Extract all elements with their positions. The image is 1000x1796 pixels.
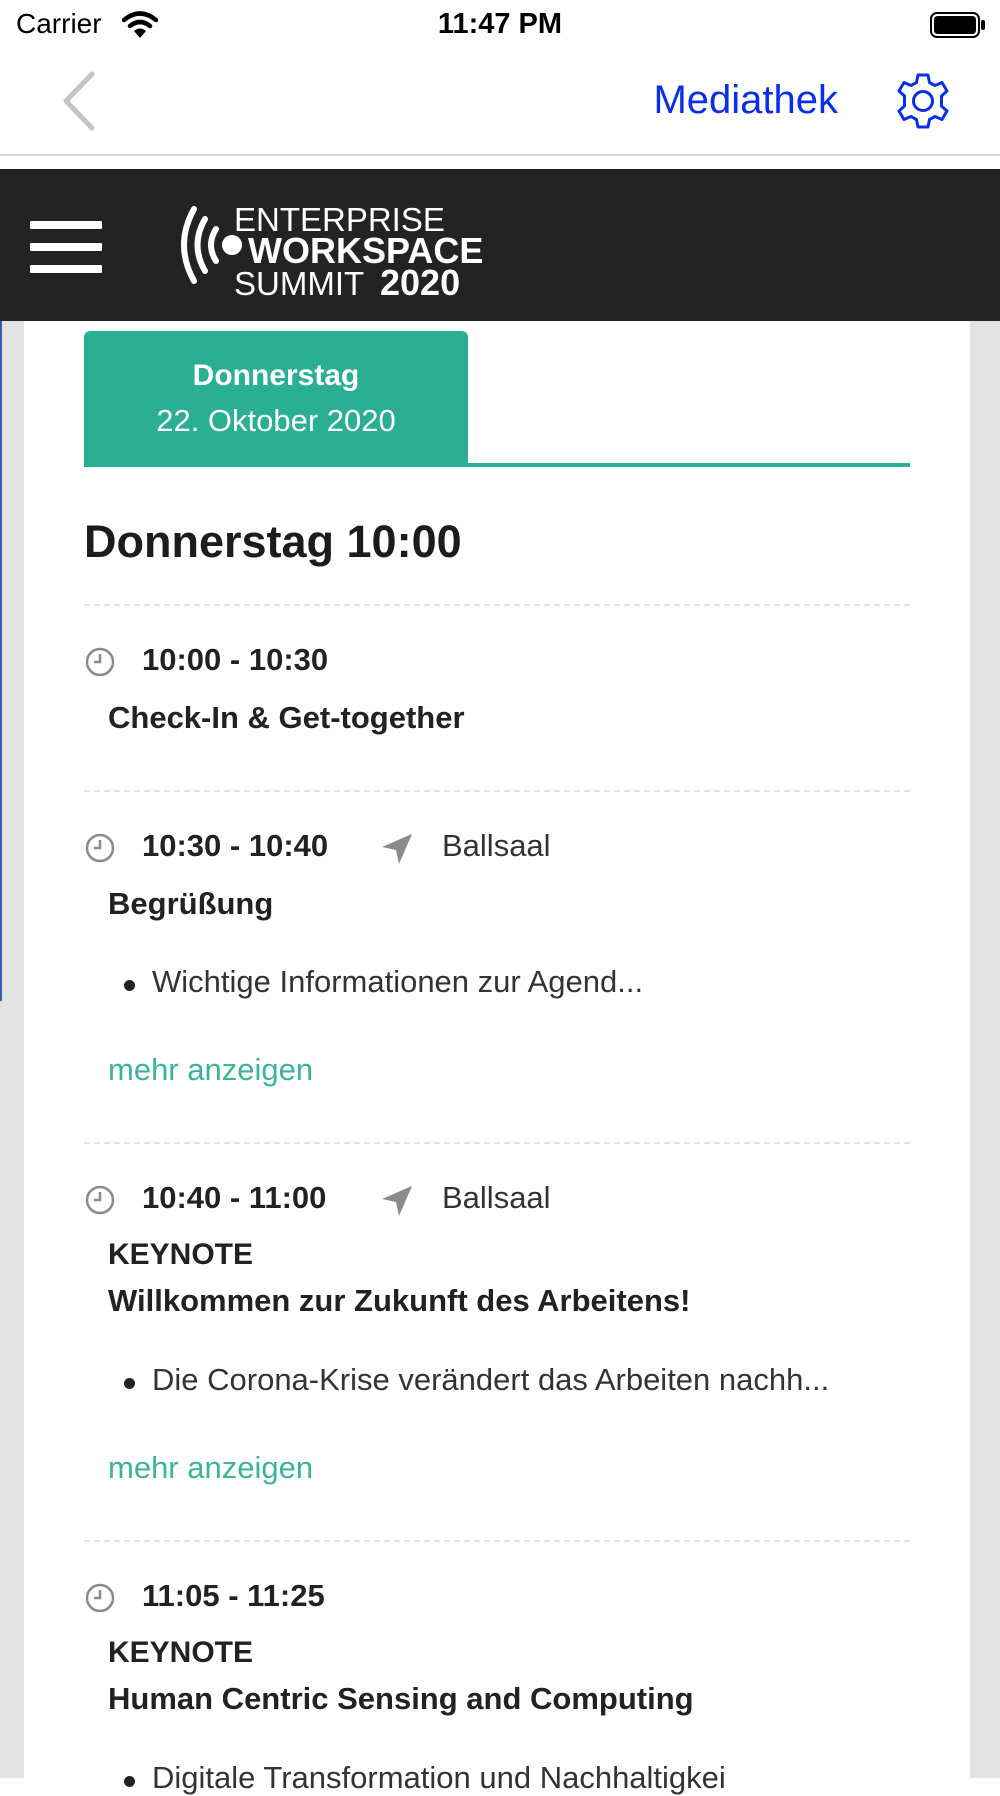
session-item: 10:00 - 10:30 Check-In & Get-together: [84, 640, 910, 735]
session-bullet: Wichtige Informationen zur Agend...: [124, 964, 643, 1000]
session-location: Ballsaal: [442, 828, 551, 863]
clock-icon: [85, 647, 115, 677]
tab-underline: [84, 463, 910, 467]
session-time: 10:00 - 10:30: [142, 642, 329, 677]
status-time: 11:47 PM: [437, 8, 563, 40]
divider: [84, 1142, 910, 1144]
session-kind: KEYNOTE: [108, 1636, 254, 1669]
session-title: Willkommen zur Zukunft des Arbeitens!: [108, 1283, 691, 1318]
divider: [84, 604, 910, 606]
session-bullet: Digitale Transformation und Nachhaltigke…: [124, 1760, 726, 1796]
divider: [84, 1540, 910, 1542]
session-time: 10:40 - 11:00: [142, 1180, 327, 1215]
tab-day-label: Donnerstag: [192, 359, 360, 392]
session-title: Begrüßung: [108, 886, 274, 921]
battery-icon: [930, 12, 985, 38]
tab-date-label: 22. Oktober 2020: [156, 403, 396, 438]
site-header: ENTERPRISE WORKSPACE SUMMIT 2020: [0, 169, 1000, 321]
session-item: 10:40 - 11:00 Ballsaal KEYNOTE Willkomme…: [84, 1178, 910, 1485]
webview-edge: [0, 321, 2, 1001]
clock-icon: [85, 833, 115, 863]
session-item: 10:30 - 10:40 Ballsaal Begrüßung Wichtig…: [84, 826, 910, 1087]
show-more-link[interactable]: mehr anzeigen: [108, 1052, 313, 1088]
clock-icon: [85, 1583, 115, 1613]
session-bullet: Die Corona-Krise verändert das Arbeiten …: [124, 1362, 829, 1398]
navigation-bar: Mediathek: [0, 50, 1000, 156]
tab-donnerstag[interactable]: Donnerstag 22. Oktober 2020: [84, 331, 468, 465]
session-kind: KEYNOTE: [108, 1238, 254, 1271]
gear-icon[interactable]: [894, 72, 952, 130]
status-bar: Carrier 11:47 PM: [0, 0, 1000, 50]
session-time: 10:30 - 10:40: [142, 828, 329, 863]
section-heading: Donnerstag 10:00: [84, 516, 462, 567]
session-title: Human Centric Sensing and Computing: [108, 1681, 694, 1716]
show-more-link[interactable]: mehr anzeigen: [108, 1450, 313, 1486]
summit-logo: ENTERPRISE WORKSPACE SUMMIT 2020: [181, 201, 483, 301]
clock-icon: [85, 1185, 115, 1215]
location-arrow-icon: [382, 1186, 412, 1216]
menu-icon[interactable]: [30, 221, 102, 275]
session-location: Ballsaal: [442, 1180, 551, 1215]
logo-year: 2020: [380, 262, 460, 301]
back-chevron-icon[interactable]: [56, 68, 106, 134]
mediathek-link[interactable]: Mediathek: [653, 78, 838, 123]
session-title: Check-In & Get-together: [108, 700, 465, 735]
session-item: 11:05 - 11:25 KEYNOTE Human Centric Sens…: [84, 1576, 910, 1795]
logo-line3: SUMMIT: [234, 265, 364, 301]
session-time: 11:05 - 11:25: [142, 1578, 325, 1613]
divider: [84, 790, 910, 792]
location-arrow-icon: [382, 834, 412, 864]
